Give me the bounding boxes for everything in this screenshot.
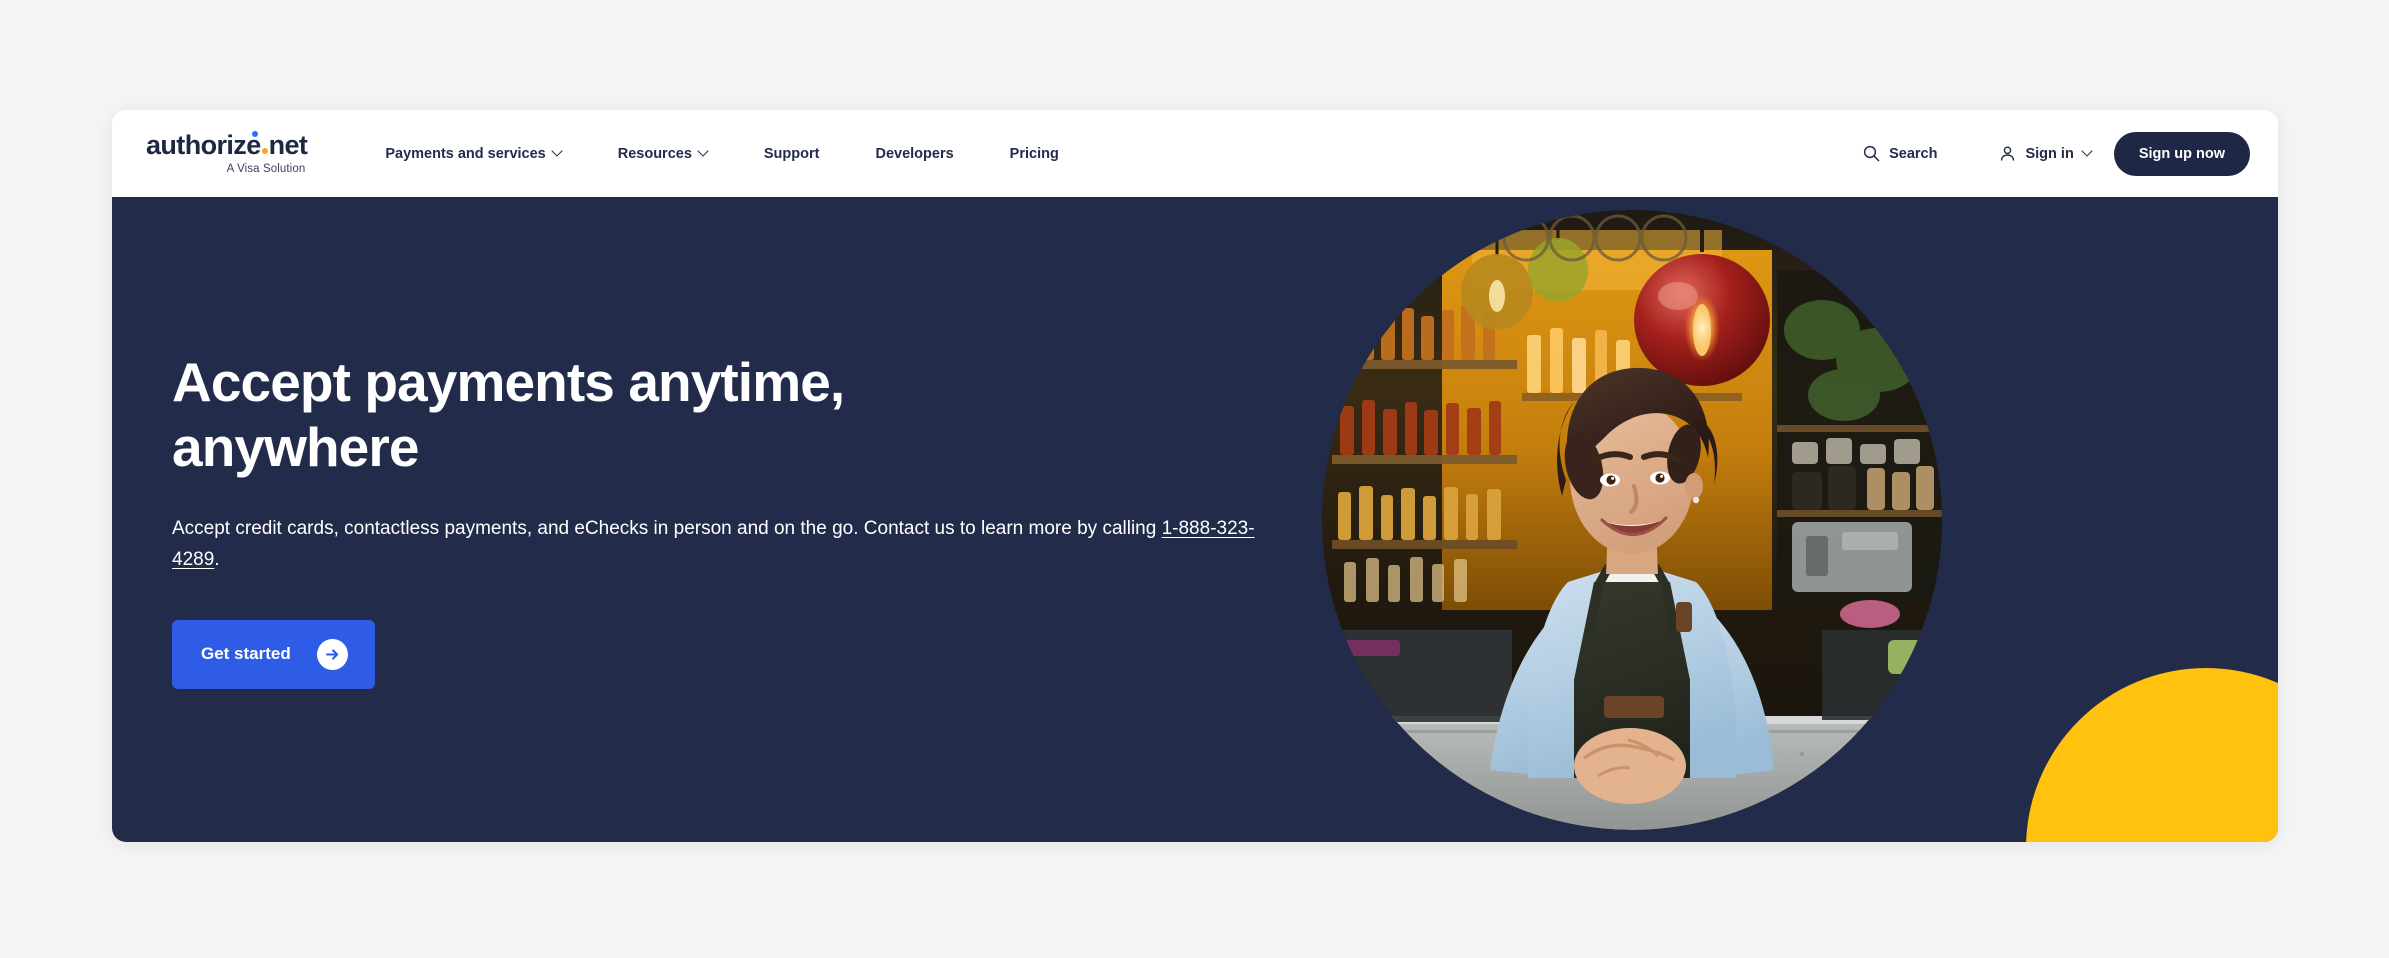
primary-nav: Payments and services Resources Support …	[385, 136, 1863, 172]
nav-item-developers[interactable]: Developers	[875, 136, 953, 172]
hero-subtitle-text: Accept credit cards, contactless payment…	[172, 518, 1162, 540]
hero-title-line-1: Accept payments anytime,	[172, 351, 845, 414]
hero-photo-bartender	[1322, 209, 1942, 830]
user-icon	[1999, 145, 2016, 162]
hero-photo-wrap	[1322, 209, 1942, 830]
main-navbar: authorize net A Visa Solution Payments an…	[112, 110, 2278, 197]
site-card: authorize net A Visa Solution Payments an…	[112, 110, 2278, 842]
sign-up-now-button[interactable]: Sign up now	[2113, 131, 2250, 176]
nav-item-label: Pricing	[1009, 145, 1059, 162]
nav-item-label: Developers	[875, 145, 954, 162]
hero-copy: Accept payments anytime, anywhere Accept…	[112, 350, 1292, 689]
brand-wordmark-text: author	[146, 129, 227, 160]
hero-subtitle: Accept credit cards, contactless payment…	[172, 514, 1262, 576]
nav-item-label: Support	[763, 145, 820, 162]
logo-blue-dot-icon	[252, 130, 258, 137]
search-label: Search	[1889, 145, 1938, 162]
get-started-label: Get started	[201, 644, 291, 664]
hero-photo-illustration	[1322, 209, 1942, 830]
chevron-down-icon	[553, 147, 562, 156]
hero-subtitle-suffix: .	[214, 548, 220, 570]
nav-item-pricing[interactable]: Pricing	[1010, 136, 1059, 172]
nav-item-resources[interactable]: Resources	[618, 136, 708, 172]
secondary-nav: Search Sign in Sign up now	[1863, 131, 2250, 176]
brand-wordmark: authorize net	[146, 129, 308, 160]
hero-title-line-2: anywhere	[172, 416, 419, 479]
get-started-button[interactable]: Get started	[172, 619, 375, 689]
search-icon	[1863, 145, 1880, 162]
nav-item-label: Payments and services	[385, 145, 546, 162]
page-root: authorize net A Visa Solution Payments an…	[0, 0, 2389, 958]
sign-in-button[interactable]: Sign in	[1999, 145, 2091, 162]
nav-item-label: Resources	[617, 145, 692, 162]
nav-item-payments-and-services[interactable]: Payments and services	[385, 136, 561, 172]
logo-orange-dot-icon	[261, 147, 268, 154]
brand-tagline: A Visa Solution	[226, 162, 306, 175]
chevron-down-icon	[2083, 147, 2092, 156]
search-button[interactable]: Search	[1863, 145, 1937, 162]
hero-title: Accept payments anytime, anywhere	[172, 350, 1072, 480]
brand-wordmark-end: net	[268, 129, 308, 160]
nav-item-support[interactable]: Support	[764, 136, 820, 172]
sign-in-label: Sign in	[2025, 145, 2074, 162]
arrow-right-circle-icon	[316, 638, 348, 670]
chevron-down-icon	[699, 147, 708, 156]
hero-inner: Accept payments anytime, anywhere Accept…	[112, 197, 2278, 842]
brand-logo[interactable]: authorize net A Visa Solution	[142, 129, 308, 176]
hero-section: Accept payments anytime, anywhere Accept…	[112, 197, 2278, 842]
